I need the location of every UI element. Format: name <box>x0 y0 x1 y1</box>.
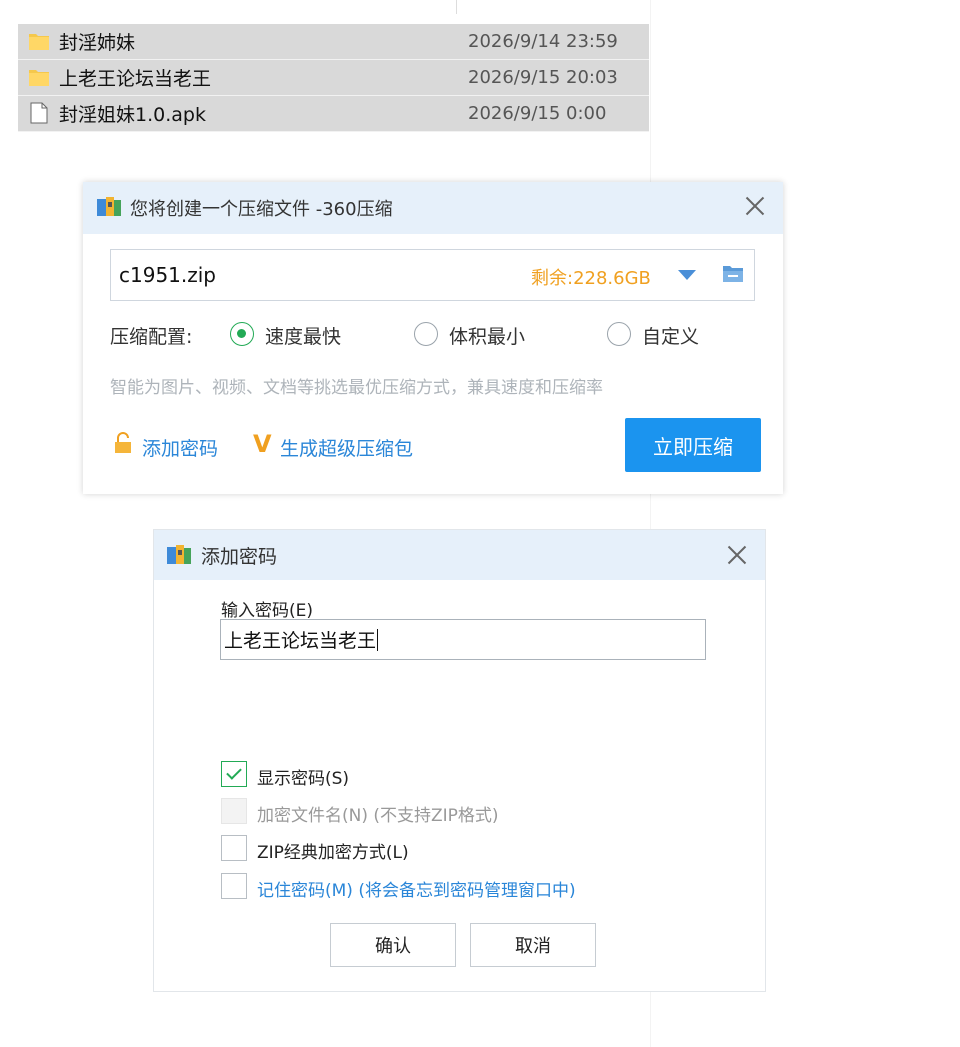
zip-classic-label: ZIP经典加密方式(L) <box>257 843 409 863</box>
remember-password-checkbox[interactable] <box>221 873 247 899</box>
title-bar: 您将创建一个压缩文件 -360压缩 <box>83 182 783 234</box>
file-name: 封淫姉妹 <box>59 32 136 54</box>
show-password-label: 显示密码(S) <box>257 769 350 789</box>
archive-app-icon <box>167 545 191 564</box>
zip-classic-checkbox[interactable] <box>221 835 247 861</box>
radio-smallest[interactable] <box>414 322 438 346</box>
file-row[interactable]: 封淫姉妹 2026/9/14 23:59 <box>18 24 649 60</box>
file-row[interactable]: 上老王论坛当老王 2026/9/15 20:03 <box>18 60 649 96</box>
file-date: 2026/9/15 20:03 <box>468 67 618 88</box>
password-value: 上老王论坛当老王 <box>224 626 379 653</box>
file-date: 2026/9/15 0:00 <box>468 103 607 124</box>
folder-icon <box>29 34 49 50</box>
lock-icon <box>115 432 131 453</box>
folder-icon <box>29 70 49 86</box>
browse-folder-icon[interactable] <box>722 263 744 285</box>
file-row[interactable]: 封淫姐妹1.0.apk 2026/9/15 0:00 <box>18 96 649 132</box>
archive-app-icon <box>97 197 121 216</box>
divider <box>456 0 457 14</box>
password-input-label: 输入密码(E) <box>221 601 314 621</box>
compress-dialog: 您将创建一个压缩文件 -360压缩 c1951.zip 剩余:228.6GB 压… <box>83 182 783 494</box>
encrypt-filename-label: 加密文件名(N) (不支持ZIP格式) <box>257 806 499 826</box>
free-space-label: 剩余:228.6GB <box>531 268 651 289</box>
remember-password-label: 记住密码(M) (将会备忘到密码管理窗口中) <box>257 881 576 901</box>
file-date: 2026/9/14 23:59 <box>468 31 618 52</box>
vip-icon: V <box>253 430 272 458</box>
filename-field[interactable]: c1951.zip 剩余:228.6GB <box>110 249 755 301</box>
dialog-title: 您将创建一个压缩文件 -360压缩 <box>130 199 393 220</box>
file-name: 上老王论坛当老王 <box>59 68 212 90</box>
password-text: 上老王论坛当老王 <box>224 630 377 652</box>
dialog-title: 添加密码 <box>201 546 278 568</box>
password-input[interactable]: 上老王论坛当老王 <box>220 619 706 660</box>
confirm-button[interactable]: 确认 <box>330 923 456 967</box>
super-pack-link[interactable]: 生成超级压缩包 <box>280 434 413 461</box>
filename-value: c1951.zip <box>119 263 217 287</box>
compress-now-button[interactable]: 立即压缩 <box>625 418 761 472</box>
chevron-down-icon[interactable] <box>678 270 696 280</box>
option-custom-label: 自定义 <box>642 326 700 348</box>
cancel-button[interactable]: 取消 <box>470 923 596 967</box>
option-fastest-label: 速度最快 <box>265 326 342 348</box>
file-name: 封淫姐妹1.0.apk <box>59 104 206 126</box>
config-label: 压缩配置: <box>110 326 193 348</box>
text-caret <box>377 629 379 651</box>
close-icon[interactable] <box>727 545 747 565</box>
option-smallest-label: 体积最小 <box>449 326 526 348</box>
radio-custom[interactable] <box>607 322 631 346</box>
show-password-checkbox[interactable] <box>221 761 247 787</box>
hint-text: 智能为图片、视频、文档等挑选最优压缩方式，兼具速度和压缩率 <box>110 378 603 398</box>
file-icon <box>30 102 48 124</box>
encrypt-filename-checkbox <box>221 798 247 824</box>
title-bar: 添加密码 <box>154 530 765 580</box>
file-list: 封淫姉妹 2026/9/14 23:59 上老王论坛当老王 2026/9/15 … <box>18 24 649 132</box>
add-password-link[interactable]: 添加密码 <box>142 434 218 461</box>
password-dialog: 添加密码 输入密码(E) 上老王论坛当老王 显示密码(S) 加密文件名(N) (… <box>153 529 766 992</box>
radio-fastest[interactable] <box>230 322 254 346</box>
close-icon[interactable] <box>745 196 765 216</box>
